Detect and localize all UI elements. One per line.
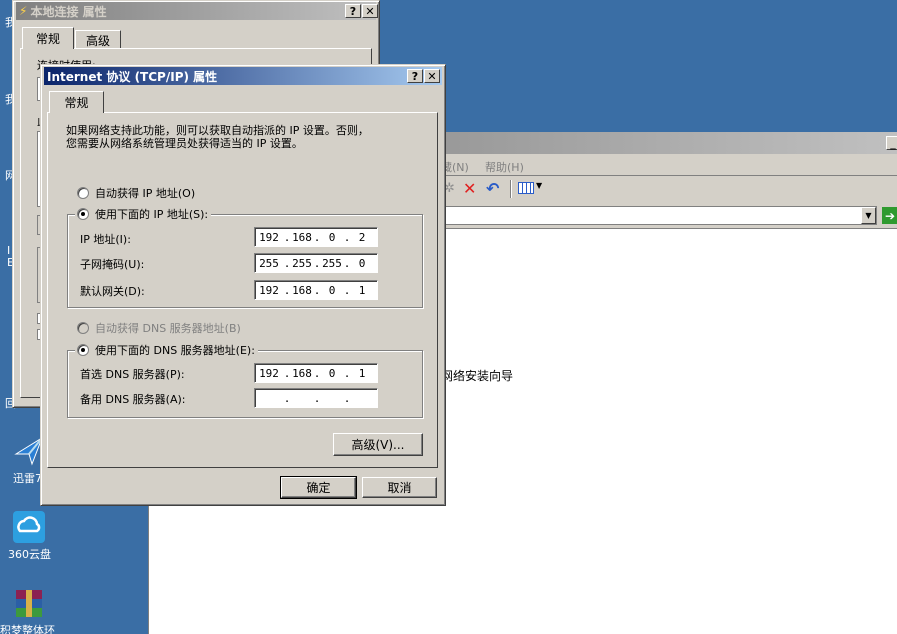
local-connection-title: 本地连接 属性	[30, 4, 107, 19]
ip-octet[interactable]: 192	[255, 284, 283, 297]
alternate-dns-field[interactable]: . . .	[254, 388, 378, 408]
cancel-button[interactable]: 取消	[362, 477, 437, 498]
tab-general[interactable]: 常规	[22, 27, 74, 49]
ip-octet[interactable]: 192	[255, 367, 283, 380]
advanced-button[interactable]: 高级(V)...	[333, 433, 423, 456]
intro-text: 如果网络支持此功能，则可以获取自动指派的 IP 设置。否则， 您需要从网络系统管…	[66, 124, 369, 150]
subnet-mask-field[interactable]: 255. 255. 255. 0	[254, 253, 378, 273]
tcpip-properties-dialog: Internet 协议 (TCP/IP) 属性 ? ✕ 常规 如果网络支持此功能…	[40, 64, 446, 506]
tab-advanced[interactable]: 高级	[75, 30, 121, 49]
winrar-icon[interactable]	[12, 588, 46, 622]
local-connection-titlebar: ⚡ 本地连接 属性 ? ✕	[16, 2, 378, 20]
ip-octet[interactable]: 255	[255, 257, 283, 270]
close-button[interactable]: ✕	[424, 69, 440, 83]
help-button[interactable]: ?	[407, 69, 423, 83]
manual-ip-label: 使用下面的 IP 地址(S):	[95, 208, 209, 221]
desktop-icon-label[interactable]: 360云盘	[8, 546, 51, 562]
subnet-mask-label: 子网掩码(U):	[80, 258, 145, 271]
ip-octet[interactable]: 0	[321, 367, 343, 380]
desktop-icon-label[interactable]: 积梦整体环	[0, 622, 55, 634]
tab-general[interactable]: 常规	[49, 91, 104, 113]
ip-octet[interactable]: 168	[291, 367, 313, 380]
address-input[interactable]	[439, 206, 877, 225]
ip-octet[interactable]: 255	[321, 257, 343, 270]
gateway-field[interactable]: 192. 168. 0. 1	[254, 280, 378, 300]
radio-button[interactable]	[77, 208, 89, 220]
undo-icon[interactable]: ↶	[486, 179, 499, 198]
auto-ip-radio[interactable]: 自动获得 IP 地址(O)	[77, 185, 199, 201]
ok-button[interactable]: 确定	[280, 476, 357, 499]
menu-help[interactable]: 帮助(H)	[485, 159, 524, 175]
tcpip-titlebar: Internet 协议 (TCP/IP) 属性 ? ✕	[44, 67, 442, 85]
help-button[interactable]: ?	[345, 4, 361, 18]
minimize-button[interactable]: _	[886, 136, 897, 150]
preferred-dns-label: 首选 DNS 服务器(P):	[80, 368, 185, 381]
delete-icon[interactable]: ✕	[463, 179, 476, 198]
ip-address-label: IP 地址(I):	[80, 233, 131, 246]
ip-octet[interactable]: 0	[321, 231, 343, 244]
ip-octet[interactable]: 255	[291, 257, 313, 270]
radio-button[interactable]	[77, 187, 89, 199]
alternate-dns-label: 备用 DNS 服务器(A):	[80, 393, 186, 406]
views-icon[interactable]	[518, 182, 534, 194]
go-icon[interactable]: ➔	[882, 207, 897, 224]
manual-dns-label: 使用下面的 DNS 服务器地址(E):	[95, 344, 255, 357]
ip-octet[interactable]: 0	[351, 257, 373, 270]
cloud-disk-icon[interactable]	[12, 510, 46, 544]
ip-octet[interactable]: 2	[351, 231, 373, 244]
tcpip-title: Internet 协议 (TCP/IP) 属性	[47, 69, 218, 84]
ip-address-field[interactable]: 192. 168. 0. 2	[254, 227, 378, 247]
auto-ip-label: 自动获得 IP 地址(O)	[95, 187, 196, 200]
content-item-text[interactable]: 网络安装向导	[441, 367, 513, 384]
ip-octet[interactable]: 168	[291, 231, 313, 244]
toolbar-separator	[510, 180, 512, 198]
chevron-down-icon[interactable]: ▼	[536, 181, 542, 190]
gateway-label: 默认网关(D):	[80, 285, 145, 298]
auto-dns-radio: 自动获得 DNS 服务器地址(B)	[77, 320, 244, 336]
ip-octet[interactable]: 1	[351, 284, 373, 297]
address-dropdown-button[interactable]: ▼	[861, 207, 876, 224]
manual-dns-radio[interactable]: 使用下面的 DNS 服务器地址(E):	[75, 342, 258, 358]
ip-octet[interactable]: 1	[351, 367, 373, 380]
radio-button	[77, 322, 89, 334]
manual-ip-radio[interactable]: 使用下面的 IP 地址(S):	[75, 206, 212, 222]
network-icon: ⚡	[19, 4, 28, 18]
ip-octet[interactable]: 0	[321, 284, 343, 297]
ip-octet[interactable]: 168	[291, 284, 313, 297]
desktop-icon-label[interactable]: 迅雷7	[13, 470, 42, 486]
preferred-dns-field[interactable]: 192. 168. 0. 1	[254, 363, 378, 383]
ip-octet[interactable]: 192	[255, 231, 283, 244]
close-button[interactable]: ✕	[362, 4, 378, 18]
radio-button[interactable]	[77, 344, 89, 356]
auto-dns-label: 自动获得 DNS 服务器地址(B)	[95, 322, 241, 335]
